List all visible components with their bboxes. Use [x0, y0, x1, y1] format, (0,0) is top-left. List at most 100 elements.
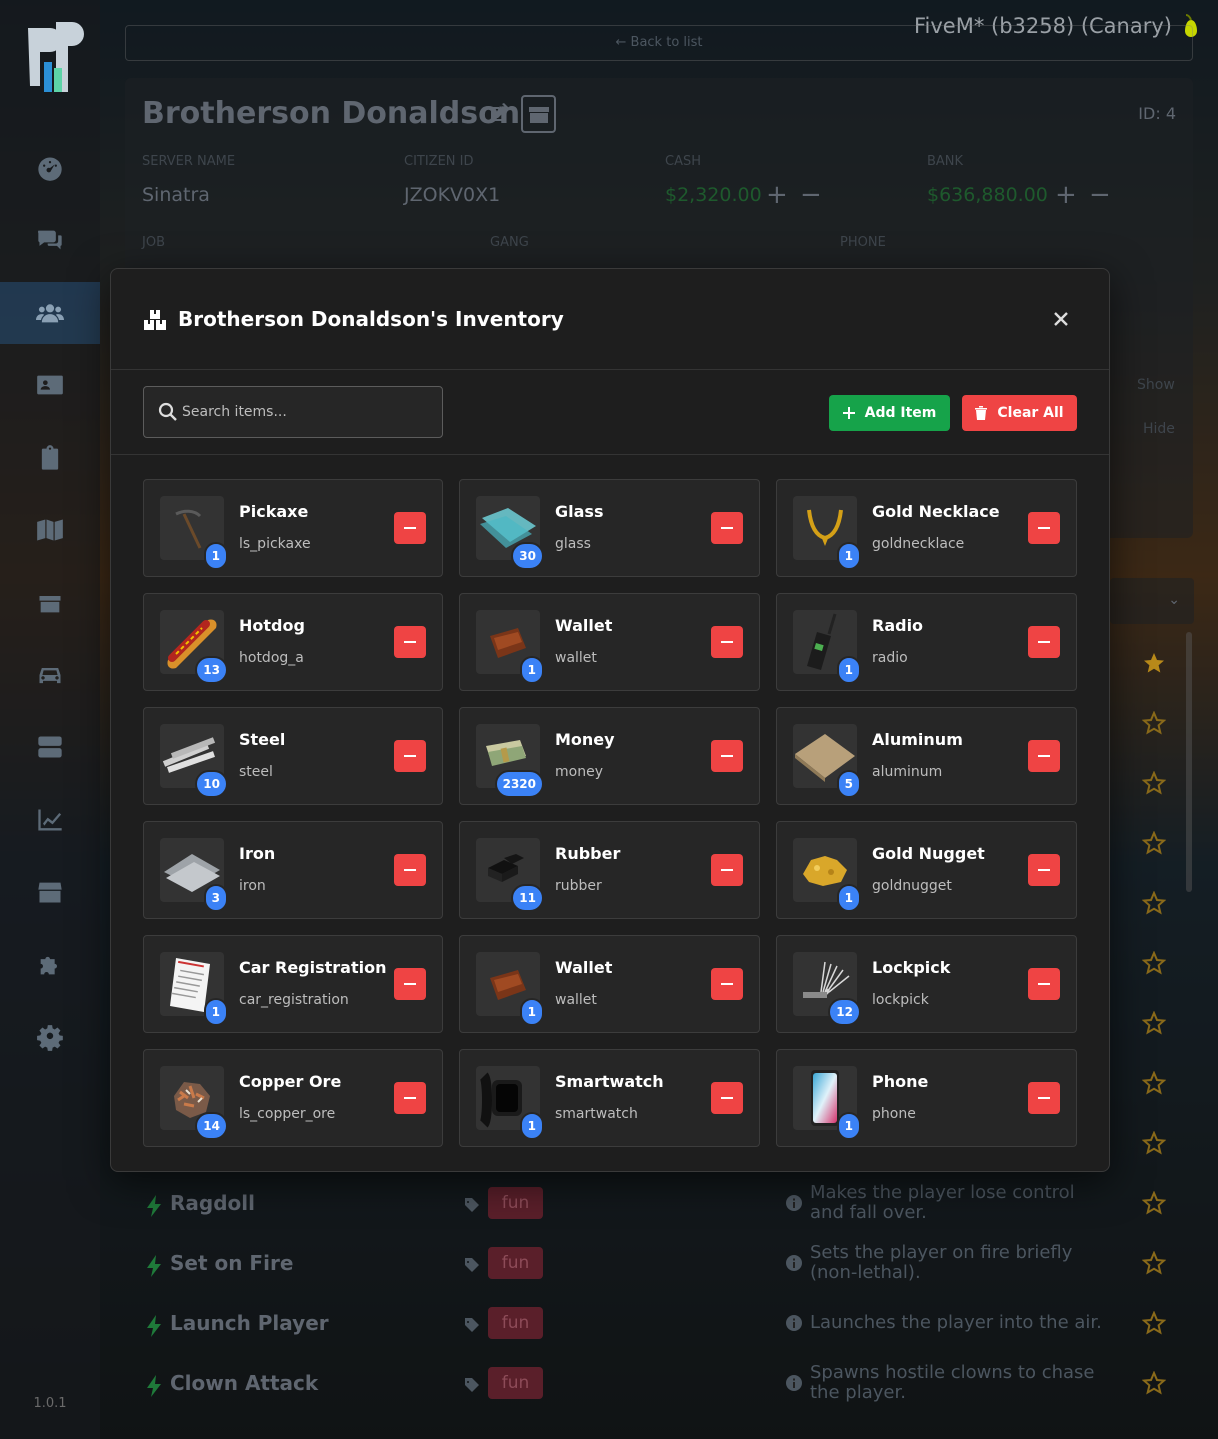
sidebar-item-map[interactable] [0, 499, 100, 561]
remove-item-button[interactable] [394, 854, 426, 886]
remove-item-button[interactable] [1028, 854, 1060, 886]
filter-dropdown[interactable] [1110, 578, 1194, 624]
star-icon[interactable] [1142, 1131, 1166, 1155]
sidebar-item-stats[interactable] [0, 789, 100, 851]
cash-add-button[interactable]: + [766, 180, 788, 210]
star-icon[interactable] [1142, 771, 1166, 795]
remove-item-button[interactable] [711, 740, 743, 772]
scrollbar[interactable] [1186, 632, 1192, 892]
item-name: Glass [555, 502, 604, 521]
item-name: Wallet [555, 958, 613, 977]
hide-button[interactable]: Hide [1143, 421, 1175, 437]
show-button[interactable]: Show [1137, 377, 1175, 393]
command-row[interactable]: Ragdoll fun Makes the player lose contro… [142, 1183, 1172, 1227]
sidebar-item-chat[interactable] [0, 209, 100, 271]
sidebar: 1.0.1 [0, 0, 100, 1439]
inventory-item[interactable]: 1 Pickaxe ls_pickaxe [143, 479, 443, 577]
star-icon[interactable] [1142, 711, 1166, 735]
inventory-item[interactable]: 13 Hotdog hotdog_a [143, 593, 443, 691]
inventory-item[interactable]: 3 Iron iron [143, 821, 443, 919]
remove-item-button[interactable] [394, 740, 426, 772]
remove-item-button[interactable] [711, 854, 743, 886]
item-name: Hotdog [239, 616, 305, 635]
clear-all-button[interactable]: Clear All [962, 395, 1077, 431]
quantity-badge: 5 [836, 770, 861, 798]
cash-remove-button[interactable]: − [800, 180, 822, 210]
back-to-list-link[interactable]: ← Back to list [125, 25, 1193, 61]
command-row[interactable]: Set on Fire fun Sets the player on fire … [142, 1243, 1172, 1287]
tag-icon [465, 1258, 479, 1272]
inventory-button[interactable] [521, 95, 556, 133]
sidebar-item-plugins[interactable] [0, 934, 100, 996]
item-name: Phone [872, 1072, 929, 1091]
star-icon[interactable] [1142, 1071, 1166, 1095]
item-code: aluminum [872, 764, 943, 780]
minus-icon [721, 755, 733, 757]
command-description: Launches the player into the air. [810, 1312, 1102, 1333]
item-name: Lockpick [872, 958, 951, 977]
sidebar-item-players[interactable] [0, 282, 100, 344]
inventory-item[interactable]: 1 Radio radio [776, 593, 1077, 691]
inventory-item[interactable]: 1 Wallet wallet [459, 935, 760, 1033]
inventory-item[interactable]: 14 Copper Ore ls_copper_ore [143, 1049, 443, 1147]
remove-item-button[interactable] [394, 512, 426, 544]
remove-item-button[interactable] [711, 1082, 743, 1114]
star-icon[interactable] [1142, 951, 1166, 975]
logo-icon[interactable] [18, 18, 84, 98]
remove-item-button[interactable] [711, 968, 743, 1000]
minus-icon [721, 527, 733, 529]
remove-item-button[interactable] [1028, 512, 1060, 544]
sidebar-item-inventory[interactable] [0, 572, 100, 634]
item-image: 1 [793, 1066, 861, 1140]
inventory-item[interactable]: 11 Rubber rubber [459, 821, 760, 919]
remove-item-button[interactable] [394, 1082, 426, 1114]
sidebar-item-clipboard[interactable] [0, 427, 100, 489]
add-item-button[interactable]: Add Item [829, 395, 950, 431]
inventory-item[interactable]: 10 Steel steel [143, 707, 443, 805]
item-name: Copper Ore [239, 1072, 342, 1091]
star-filled-icon[interactable] [1142, 651, 1166, 675]
inventory-item[interactable]: 30 Glass glass [459, 479, 760, 577]
remove-item-button[interactable] [1028, 740, 1060, 772]
remove-item-button[interactable] [394, 626, 426, 658]
edit-icon[interactable] [488, 102, 510, 124]
remove-item-button[interactable] [711, 512, 743, 544]
quantity-badge: 1 [519, 998, 544, 1026]
remove-item-button[interactable] [394, 968, 426, 1000]
command-row[interactable]: Launch Player fun Launches the player in… [142, 1307, 1172, 1347]
phone-label: PHONE [840, 235, 886, 250]
star-icon[interactable] [1142, 1011, 1166, 1035]
inventory-item[interactable]: 12 Lockpick lockpick [776, 935, 1077, 1033]
sidebar-item-store[interactable] [0, 861, 100, 923]
command-name: Launch Player [170, 1311, 329, 1335]
minus-icon [721, 1097, 733, 1099]
close-button[interactable] [1047, 305, 1075, 333]
minus-icon [404, 755, 416, 757]
inventory-item[interactable]: 5 Aluminum aluminum [776, 707, 1077, 805]
quantity-badge: 1 [836, 884, 861, 912]
sidebar-item-server[interactable] [0, 716, 100, 778]
minus-icon [404, 869, 416, 871]
inventory-item[interactable]: 1 Car Registration car_registration [143, 935, 443, 1033]
inventory-item[interactable]: 1 Wallet wallet [459, 593, 760, 691]
inventory-item[interactable]: 1 Gold Necklace goldnecklace [776, 479, 1077, 577]
inventory-item[interactable]: 1 Gold Nugget goldnugget [776, 821, 1077, 919]
sidebar-item-dashboard[interactable] [0, 137, 100, 199]
sidebar-item-id-card[interactable] [0, 354, 100, 416]
remove-item-button[interactable] [1028, 1082, 1060, 1114]
search-input[interactable] [182, 387, 432, 437]
players-icon [36, 304, 64, 323]
remove-item-button[interactable] [711, 626, 743, 658]
command-row[interactable]: Clown Attack fun Spawns hostile clowns t… [142, 1363, 1172, 1407]
remove-item-button[interactable] [1028, 968, 1060, 1000]
sidebar-item-settings[interactable] [0, 1006, 100, 1068]
bank-add-button[interactable]: + [1055, 180, 1077, 210]
inventory-item[interactable]: 2320 Money money [459, 707, 760, 805]
inventory-item[interactable]: 1 Smartwatch smartwatch [459, 1049, 760, 1147]
star-icon[interactable] [1142, 831, 1166, 855]
remove-item-button[interactable] [1028, 626, 1060, 658]
sidebar-item-vehicles[interactable] [0, 644, 100, 706]
inventory-item[interactable]: 1 Phone phone [776, 1049, 1077, 1147]
bank-remove-button[interactable]: − [1089, 180, 1111, 210]
star-icon[interactable] [1142, 891, 1166, 915]
